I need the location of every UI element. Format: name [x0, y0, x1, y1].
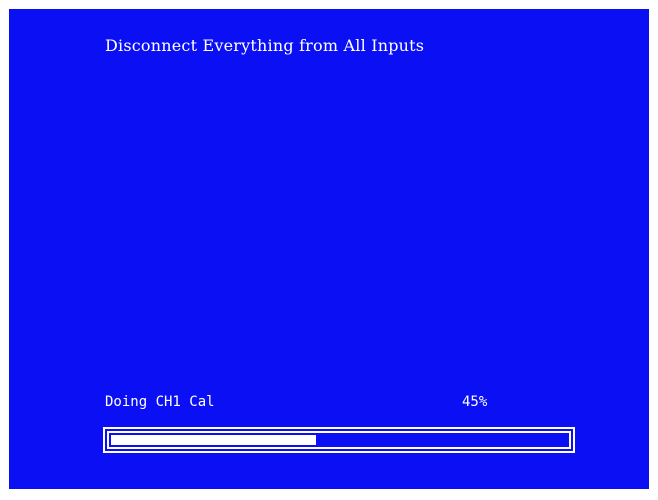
progress-bar: [103, 427, 575, 453]
calibration-screen: Disconnect Everything from All Inputs Do…: [9, 9, 649, 489]
instruction-text: Disconnect Everything from All Inputs: [105, 36, 425, 55]
calibration-status: Doing CH1 Cal: [105, 394, 215, 410]
progress-track: [107, 431, 571, 449]
progress-fill: [111, 435, 316, 445]
progress-percent: 45%: [462, 394, 488, 410]
